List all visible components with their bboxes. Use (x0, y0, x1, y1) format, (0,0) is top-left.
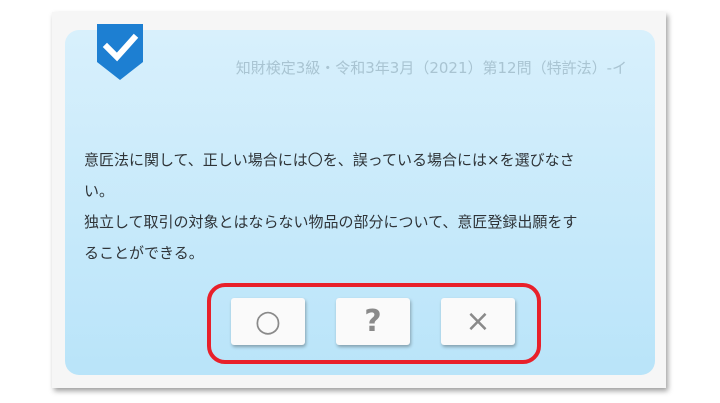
question-mark-icon: ? (364, 303, 382, 339)
circle-icon: ○ (254, 303, 282, 339)
question-line: 意匠法に関して、正しい場合には〇を、誤っている場合には×を選びなさ (84, 151, 575, 169)
answer-wrong-button[interactable]: × (441, 298, 515, 345)
question-line: い。 (84, 182, 115, 200)
question-source: 知財検定3級・令和3年3月（2021）第12問（特許法）-イ (235, 59, 627, 77)
cross-icon: × (465, 303, 491, 339)
answer-correct-button[interactable]: ○ (231, 298, 305, 345)
question-text: 意匠法に関して、正しい場合には〇を、誤っている場合には×を選びなさ い。 独立し… (84, 145, 636, 269)
answer-unsure-button[interactable]: ? (336, 298, 410, 345)
question-line: 独立して取引の対象とはならない物品の部分について、意匠登録出願をす (84, 213, 578, 231)
check-icon (97, 24, 143, 80)
question-line: ることができる。 (84, 244, 204, 262)
